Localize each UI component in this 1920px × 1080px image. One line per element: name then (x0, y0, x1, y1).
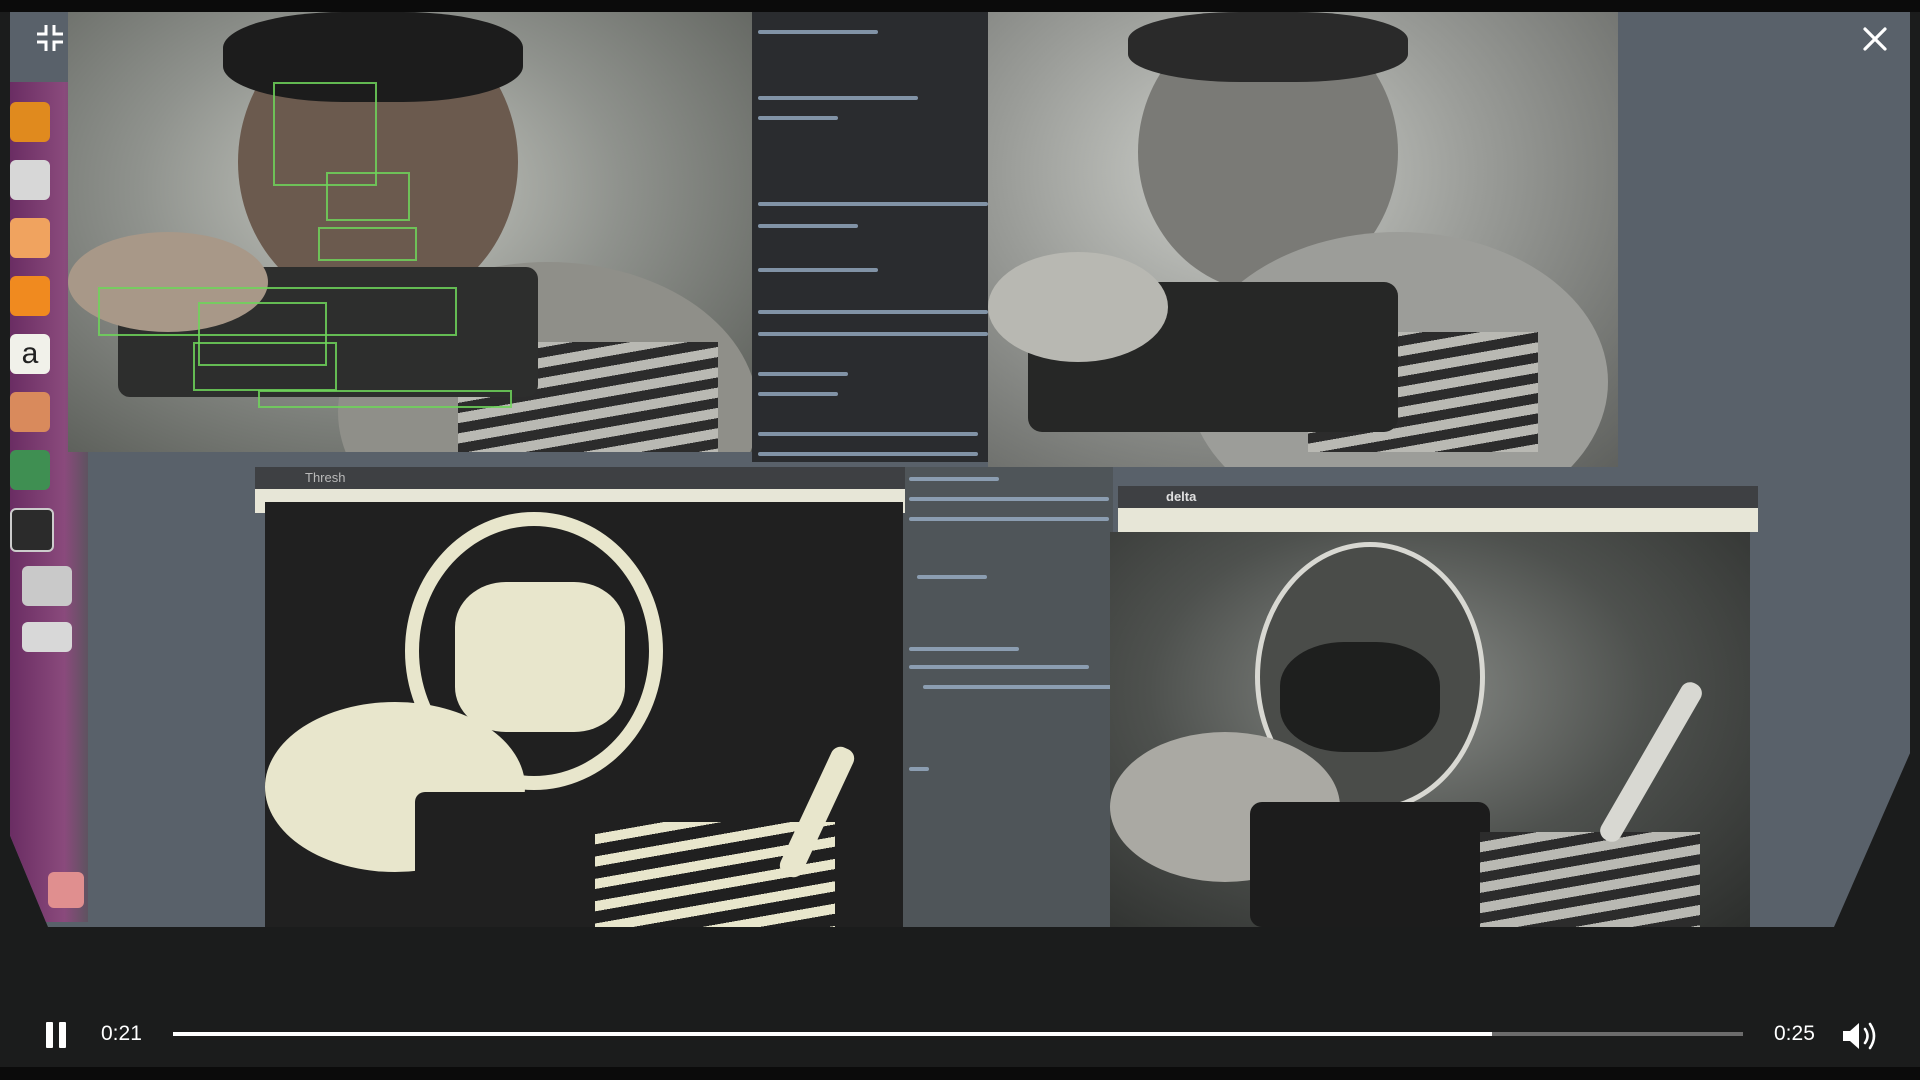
current-time: 0:21 (101, 1022, 142, 1045)
window-toolbar (1118, 508, 1758, 532)
trash-icon (48, 872, 84, 908)
app-icon (10, 102, 50, 142)
code-line (909, 497, 1109, 501)
code-line (758, 116, 838, 120)
pause-button[interactable] (44, 1022, 68, 1048)
window-title: Thresh (305, 470, 346, 485)
detection-box (273, 82, 377, 186)
terminal-icon (10, 508, 54, 552)
window-title: delta (1166, 489, 1197, 504)
seek-bar[interactable] (173, 1032, 1743, 1036)
camera-feed-window (68, 12, 758, 452)
volume-button[interactable] (1840, 1019, 1882, 1053)
exit-fullscreen-icon[interactable] (34, 22, 66, 54)
player-controls: 0:21 0:25 (0, 1008, 1920, 1060)
drive-icon (22, 566, 72, 606)
code-line (758, 392, 838, 396)
code-line (909, 665, 1089, 669)
beard-shape (1280, 642, 1440, 752)
code-line (909, 477, 999, 481)
code-line (917, 575, 987, 579)
code-line (758, 452, 978, 456)
home-icon (10, 218, 50, 258)
amazon-icon: a (10, 334, 50, 374)
monitor-screen: a Thresh delta (10, 12, 1910, 927)
code-line (758, 432, 978, 436)
code-line (923, 685, 1113, 689)
code-line (758, 202, 988, 206)
seek-bar-progress (173, 1032, 1492, 1036)
code-editor-lower (903, 467, 1113, 927)
code-line (758, 372, 848, 376)
code-line (909, 517, 1109, 521)
files-icon (10, 160, 50, 200)
image-viewer-icon (10, 450, 50, 490)
code-line (758, 224, 858, 228)
face-highlight (455, 582, 625, 732)
detection-box (318, 227, 417, 261)
code-line (758, 332, 988, 336)
code-line (758, 268, 878, 272)
code-line (758, 96, 918, 100)
phone-shape (1250, 802, 1490, 927)
hand-shape (988, 252, 1168, 362)
delta-window (1110, 532, 1750, 927)
app-icon-2 (22, 622, 72, 652)
arm-highlight (1596, 678, 1706, 846)
hair-shape (1128, 12, 1408, 82)
volume-icon (1843, 1022, 1876, 1050)
firefox-icon (10, 276, 50, 316)
code-line (758, 30, 878, 34)
close-icon[interactable] (1858, 22, 1892, 56)
threshold-window (265, 502, 903, 927)
shirt-stripes (1480, 832, 1700, 927)
code-line (758, 310, 988, 314)
detection-box (326, 172, 410, 221)
code-line (909, 647, 1019, 651)
code-editor-pane (752, 12, 1000, 462)
delta-window-titlebar: delta (1118, 486, 1758, 508)
detection-box (193, 342, 337, 391)
code-line (909, 767, 929, 771)
pause-icon (59, 1022, 66, 1048)
pause-icon (46, 1022, 53, 1048)
duration: 0:25 (1774, 1022, 1815, 1045)
detection-box (258, 390, 512, 408)
grayscale-feed-window (988, 12, 1618, 467)
video-frame[interactable]: a Thresh delta (0, 12, 1920, 1067)
settings-icon (10, 392, 50, 432)
threshold-window-titlebar: Thresh (255, 467, 905, 489)
